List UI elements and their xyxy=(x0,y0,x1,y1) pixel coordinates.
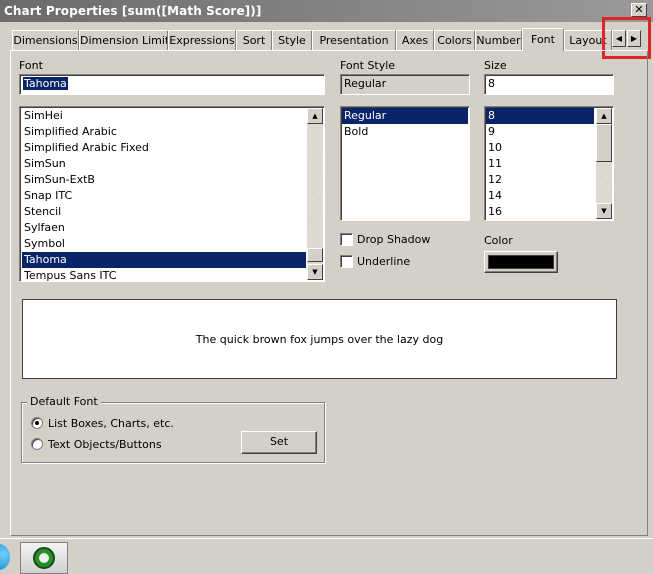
font-input-value: Tahoma xyxy=(23,77,68,90)
size-label: Size xyxy=(484,59,507,72)
size-item-selected[interactable]: 8 xyxy=(486,108,594,124)
tab-sort[interactable]: Sort xyxy=(236,30,272,50)
font-list-item[interactable]: SimSun-ExtB xyxy=(22,172,306,188)
font-list-item[interactable]: Simplified Arabic xyxy=(22,124,306,140)
font-style-list[interactable]: Regular Bold xyxy=(340,106,470,221)
font-list-item[interactable]: Tempus Sans ITC xyxy=(22,268,306,281)
close-icon[interactable]: ✕ xyxy=(631,3,647,17)
font-list[interactable]: SimHei Simplified Arabic Simplified Arab… xyxy=(19,106,325,282)
tab-number[interactable]: Number xyxy=(475,30,522,50)
list-boxes-radio[interactable] xyxy=(31,417,43,429)
tab-expressions[interactable]: Expressions xyxy=(168,30,236,50)
font-list-item[interactable]: Sylfaen xyxy=(22,220,306,236)
size-item[interactable]: 11 xyxy=(486,156,594,172)
scroll-down-icon[interactable]: ▼ xyxy=(596,203,612,219)
font-preview-box: The quick brown fox jumps over the lazy … xyxy=(22,299,617,379)
font-list-item-selected[interactable]: Tahoma xyxy=(22,252,306,268)
qlikview-taskbar-button[interactable] xyxy=(20,542,68,574)
scroll-thumb[interactable] xyxy=(596,124,612,162)
color-button[interactable] xyxy=(484,251,558,273)
font-style-input[interactable]: Regular xyxy=(340,74,470,95)
tab-dimensions[interactable]: Dimensions xyxy=(12,30,79,50)
default-font-label: Default Font xyxy=(27,395,101,408)
tab-style[interactable]: Style xyxy=(272,30,312,50)
text-objects-radio[interactable] xyxy=(31,438,43,450)
tab-colors[interactable]: Colors xyxy=(434,30,475,50)
underline-checkbox[interactable] xyxy=(340,255,353,268)
tab-font[interactable]: Font xyxy=(522,28,564,51)
tab-strip: Dimensions Dimension Limits Expressions … xyxy=(12,28,612,51)
size-item[interactable]: 9 xyxy=(486,124,594,140)
set-button[interactable]: Set xyxy=(241,431,317,454)
size-item[interactable]: 16 xyxy=(486,204,594,220)
font-list-item[interactable]: SimSun xyxy=(22,156,306,172)
font-preview-text: The quick brown fox jumps over the lazy … xyxy=(195,332,444,346)
qlikview-icon xyxy=(33,547,55,569)
font-style-item[interactable]: Bold xyxy=(342,124,468,140)
size-input[interactable]: 8 xyxy=(484,74,614,95)
drop-shadow-checkbox[interactable] xyxy=(340,233,353,246)
font-list-scrollbar[interactable]: ▲ ▼ xyxy=(307,108,323,280)
app-icon-blue[interactable] xyxy=(0,544,10,570)
scroll-thumb[interactable] xyxy=(307,248,323,262)
font-list-item[interactable]: Symbol xyxy=(22,236,306,252)
tab-dimension-limits[interactable]: Dimension Limits xyxy=(79,30,168,50)
color-label: Color xyxy=(484,234,513,247)
font-list-item[interactable]: Simplified Arabic Fixed xyxy=(22,140,306,156)
font-list-item[interactable]: Snap ITC xyxy=(22,188,306,204)
scroll-up-icon[interactable]: ▲ xyxy=(307,108,323,124)
size-item[interactable]: 14 xyxy=(486,188,594,204)
font-style-item-selected[interactable]: Regular xyxy=(342,108,468,124)
size-item[interactable]: 12 xyxy=(486,172,594,188)
list-boxes-label[interactable]: List Boxes, Charts, etc. xyxy=(48,417,174,430)
text-objects-label[interactable]: Text Objects/Buttons xyxy=(48,438,162,451)
font-label: Font xyxy=(19,59,43,72)
scroll-up-icon[interactable]: ▲ xyxy=(596,108,612,124)
color-swatch xyxy=(488,255,554,269)
size-list[interactable]: 8 9 10 11 12 14 16 ▲ ▼ xyxy=(484,106,614,221)
window-titlebar: Chart Properties [sum([Math Score])] ✕ xyxy=(0,0,653,22)
size-list-scrollbar[interactable]: ▲ ▼ xyxy=(596,108,612,219)
font-list-item[interactable]: SimHei xyxy=(22,108,306,124)
taskbar xyxy=(0,538,653,574)
drop-shadow-label[interactable]: Drop Shadow xyxy=(357,233,430,246)
size-item[interactable]: 10 xyxy=(486,140,594,156)
underline-label[interactable]: Underline xyxy=(357,255,410,268)
font-input[interactable]: Tahoma xyxy=(19,74,325,95)
scroll-down-icon[interactable]: ▼ xyxy=(307,264,323,280)
font-list-item[interactable]: Stencil xyxy=(22,204,306,220)
font-style-label: Font Style xyxy=(340,59,396,72)
window-title: Chart Properties [sum([Math Score])] xyxy=(4,4,262,18)
tab-presentation[interactable]: Presentation xyxy=(312,30,396,50)
tab-axes[interactable]: Axes xyxy=(396,30,434,50)
